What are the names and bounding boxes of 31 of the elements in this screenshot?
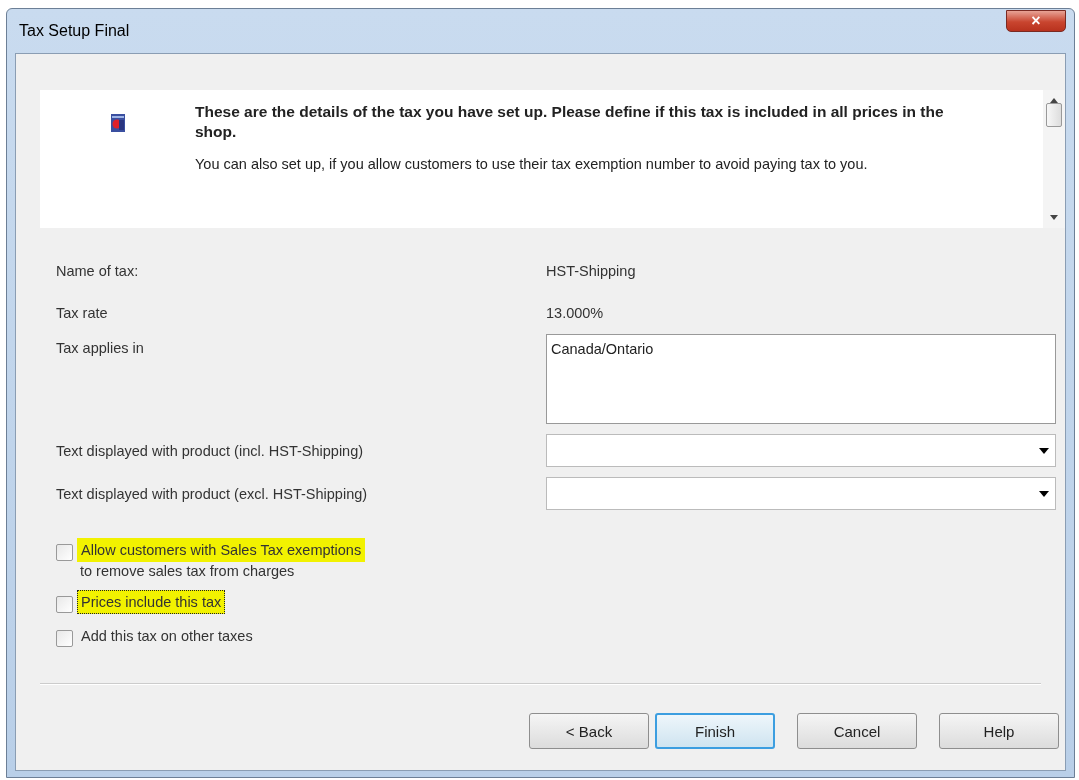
window-title: Tax Setup Final xyxy=(18,22,130,40)
scroll-thumb[interactable] xyxy=(1046,103,1062,127)
close-button[interactable]: × xyxy=(1006,10,1066,32)
field-value: 13.000% xyxy=(546,305,604,321)
dialog-button[interactable]: < Back xyxy=(529,713,649,749)
checkbox-label: Prices include this tax xyxy=(77,590,226,614)
scrollbar[interactable] xyxy=(1043,90,1065,228)
checkbox[interactable] xyxy=(56,596,73,613)
scroll-down-icon[interactable] xyxy=(1050,215,1058,220)
checkbox[interactable] xyxy=(56,630,73,647)
info-heading: These are the details of the tax you have set up. Please define if this tax is included in all prices in the shop. xyxy=(195,102,945,142)
dropdown-field[interactable] xyxy=(546,434,1056,467)
info-text: You can also set up, if you allow customers to use their tax exemption number to avoid paying tax to you. xyxy=(195,155,869,174)
field-label: Tax rate xyxy=(56,305,108,321)
dialog-button[interactable]: Cancel xyxy=(797,713,917,749)
field-label: Text displayed with product (excl. HST-Shipping) xyxy=(56,485,368,502)
field-label: Name of tax: xyxy=(56,263,139,279)
dropdown-arrow-icon xyxy=(1039,490,1049,497)
checkbox-label: Add this tax on other taxes xyxy=(80,627,254,646)
document-icon xyxy=(110,114,125,132)
field-label: Tax applies in xyxy=(56,340,144,356)
checkbox-sublabel: to remove sales tax from charges xyxy=(79,562,296,580)
region-list[interactable]: Canada/Ontario xyxy=(546,334,1056,424)
checkbox[interactable] xyxy=(56,544,73,561)
dialog-button[interactable]: Finish xyxy=(655,713,775,749)
dialog-button[interactable]: Help xyxy=(939,713,1059,749)
checkbox-label: Allow customers with Sales Tax exemptions xyxy=(77,538,366,562)
dropdown-field[interactable] xyxy=(546,477,1056,510)
field-value: HST-Shipping xyxy=(546,263,636,279)
dropdown-arrow-icon xyxy=(1039,447,1049,454)
field-label: Text displayed with product (incl. HST-Shipping) xyxy=(56,442,364,459)
